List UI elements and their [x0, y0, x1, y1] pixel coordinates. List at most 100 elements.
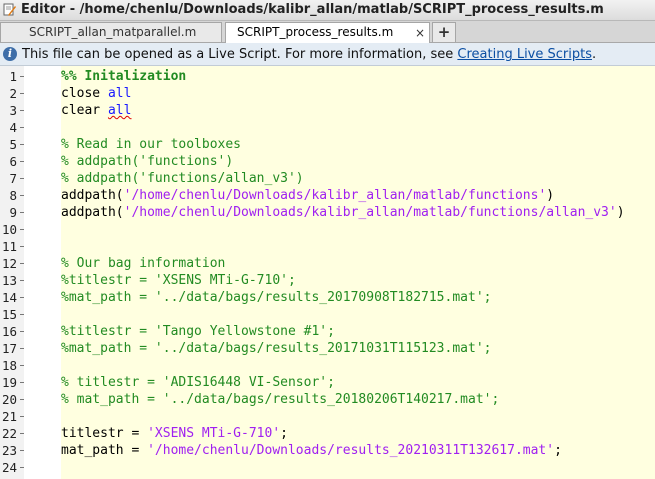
code-line[interactable]: 21	[0, 408, 655, 425]
code-token: ;	[554, 443, 562, 458]
breakpoint-marker[interactable]	[20, 246, 24, 247]
info-message-text: This file can be opened as a Live Script…	[22, 47, 458, 62]
code-comment: % titlestr = 'ADIS16448 VI-Sensor';	[61, 375, 335, 390]
info-icon: i	[3, 47, 17, 61]
breakpoint-marker[interactable]	[20, 110, 24, 111]
code-line[interactable]: 17 %mat_path = '../data/bags/results_2017…	[0, 340, 655, 357]
line-number: 20	[1, 392, 17, 407]
breakpoint-marker[interactable]	[20, 263, 24, 264]
line-number: 13	[1, 273, 17, 288]
line-number: 4	[9, 120, 17, 135]
breakpoint-marker[interactable]	[20, 280, 24, 281]
line-number: 12	[1, 256, 17, 271]
code-line[interactable]: 12 % Our bag information	[0, 255, 655, 272]
code-string: 'XSENS MTi-G-710'	[147, 426, 281, 441]
breakpoint-marker[interactable]	[20, 433, 24, 434]
breakpoint-marker[interactable]	[20, 195, 24, 196]
line-number: 14	[1, 290, 17, 305]
breakpoint-marker[interactable]	[20, 331, 24, 332]
code-line[interactable]: 22 titlestr = 'XSENS MTi-G-710';	[0, 425, 655, 442]
line-number: 24	[1, 460, 17, 475]
code-text: close all	[61, 85, 131, 102]
code-text: %mat_path = '../data/bags/results_201709…	[61, 289, 491, 306]
matlab-editor-icon	[3, 3, 16, 16]
tab-script-allan-matparallel[interactable]: SCRIPT_allan_matparallel.m	[0, 22, 222, 42]
code-text: % Read in our toolboxes	[61, 136, 241, 153]
code-comment: % Our bag information	[61, 256, 226, 271]
code-line[interactable]: 15	[0, 306, 655, 323]
code-line[interactable]: 11	[0, 238, 655, 255]
breakpoint-marker[interactable]	[20, 93, 24, 94]
breakpoint-marker[interactable]	[20, 348, 24, 349]
line-number: 2	[9, 86, 17, 101]
code-line[interactable]: 14 %mat_path = '../data/bags/results_2017…	[0, 289, 655, 306]
code-comment: % addpath('functions/allan_v3')	[61, 171, 304, 186]
code-line[interactable]: 10	[0, 221, 655, 238]
breakpoint-marker[interactable]	[20, 450, 24, 451]
live-script-info-bar: i This file can be opened as a Live Scri…	[0, 43, 655, 66]
line-number: 7	[9, 171, 17, 186]
code-line[interactable]: 3 clear all	[0, 102, 655, 119]
code-comment: % addpath('functions')	[61, 154, 234, 169]
breakpoint-marker[interactable]	[20, 382, 24, 383]
code-text: % addpath('functions')	[61, 153, 233, 170]
code-line[interactable]: 18	[0, 357, 655, 374]
line-number: 15	[1, 307, 17, 322]
code-line[interactable]: 2 close all	[0, 85, 655, 102]
line-number: 19	[1, 375, 17, 390]
code-line[interactable]: 1 %% Initalization	[0, 68, 655, 85]
breakpoint-marker[interactable]	[20, 229, 24, 230]
code-token: mat_path =	[61, 443, 148, 458]
code-string: '/home/chenlu/Downloads/results_20210311…	[147, 443, 555, 458]
new-tab-button[interactable]: +	[432, 22, 456, 42]
code-line[interactable]: 24	[0, 459, 655, 476]
breakpoint-marker[interactable]	[20, 161, 24, 162]
code-keyword: all	[107, 103, 132, 118]
code-text: clear all	[61, 102, 131, 119]
code-line[interactable]: 19 % titlestr = 'ADIS16448 VI-Sensor';	[0, 374, 655, 391]
code-token: clear	[61, 103, 108, 118]
breakpoint-marker[interactable]	[20, 416, 24, 417]
creating-live-scripts-link[interactable]: Creating Live Scripts	[457, 47, 592, 62]
code-line[interactable]: 13 %titlestr = 'XSENS MTi-G-710';	[0, 272, 655, 289]
code-line[interactable]: 9 addpath('/home/chenlu/Downloads/kalibr_…	[0, 204, 655, 221]
code-text: % mat_path = '../data/bags/results_20180…	[61, 391, 499, 408]
code-line[interactable]: 6 % addpath('functions')	[0, 153, 655, 170]
line-number: 16	[1, 324, 17, 339]
info-message-suffix: .	[591, 47, 597, 62]
code-line[interactable]: 20 % mat_path = '../data/bags/results_201…	[0, 391, 655, 408]
code-line[interactable]: 7 % addpath('functions/allan_v3')	[0, 170, 655, 187]
code-text: % Our bag information	[61, 255, 225, 272]
breakpoint-marker[interactable]	[20, 314, 24, 315]
breakpoint-marker[interactable]	[20, 212, 24, 213]
code-token: )	[616, 205, 625, 220]
breakpoint-marker[interactable]	[20, 365, 24, 366]
breakpoint-marker[interactable]	[20, 127, 24, 128]
line-number: 5	[9, 137, 17, 152]
breakpoint-marker[interactable]	[20, 178, 24, 179]
code-line[interactable]: 4	[0, 119, 655, 136]
breakpoint-marker[interactable]	[20, 297, 24, 298]
line-number: 23	[1, 443, 17, 458]
code-token: close	[61, 86, 108, 101]
breakpoint-marker[interactable]	[20, 76, 24, 77]
code-line[interactable]: 23 mat_path = '/home/chenlu/Downloads/res…	[0, 442, 655, 459]
line-number: 8	[9, 188, 17, 203]
breakpoint-marker[interactable]	[20, 467, 24, 468]
code-line[interactable]: 16 %titlestr = 'Tango Yellowstone #1';	[0, 323, 655, 340]
code-comment: %mat_path = '../data/bags/results_201709…	[61, 290, 492, 305]
breakpoint-marker[interactable]	[20, 144, 24, 145]
code-text: titlestr = 'XSENS MTi-G-710';	[61, 425, 288, 442]
code-editor[interactable]: 1 %% Initalization 2 close all 3 clear all 4 5%…	[0, 66, 655, 479]
cell-title: %% Initalization	[61, 69, 187, 84]
info-message: This file can be opened as a Live Script…	[22, 47, 596, 62]
tab-script-process-results[interactable]: SCRIPT_process_results.m ×	[225, 22, 430, 43]
line-number: 9	[9, 205, 17, 220]
code-text: %titlestr = 'XSENS MTi-G-710';	[61, 272, 296, 289]
close-icon[interactable]: ×	[415, 26, 425, 40]
line-number: 1	[9, 69, 17, 84]
code-line[interactable]: 8 addpath('/home/chenlu/Downloads/kalibr_…	[0, 187, 655, 204]
code-line[interactable]: 5 % Read in our toolboxes	[0, 136, 655, 153]
line-number: 6	[9, 154, 17, 169]
breakpoint-marker[interactable]	[20, 399, 24, 400]
